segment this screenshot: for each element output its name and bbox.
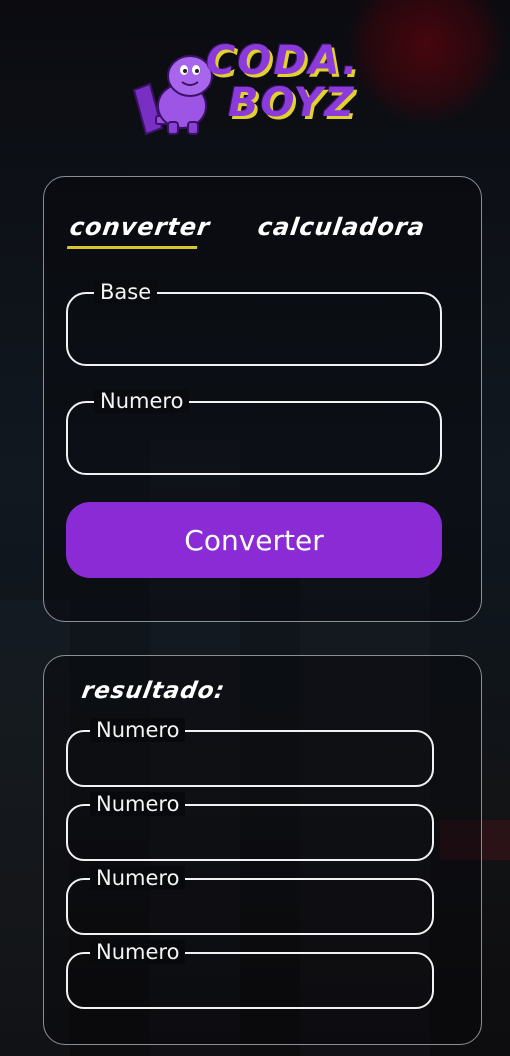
result-field-3-label: Numero [90,866,186,890]
result-field-2-label: Numero [90,792,186,816]
result-field-1-label: Numero [90,718,186,742]
result-field-1: Numero [66,718,434,787]
numero-field: Numero [66,389,442,475]
result-card: resultado: Numero Numero Numero Numero [43,655,482,1045]
result-field-4-input[interactable] [84,966,416,1001]
result-field-2-input[interactable] [84,818,416,853]
converter-card: converter calculadora Base Numero Conver… [43,176,482,622]
active-tab-underline [66,246,198,249]
logo-line-2: boyz [228,80,356,126]
tab-converter[interactable]: converter [66,213,213,249]
logo-wordmark: coda. boyz [206,40,366,124]
result-title: resultado: [79,678,228,704]
numero-input[interactable] [84,417,424,463]
base-label: Base [94,280,158,304]
result-field-3: Numero [66,866,434,935]
numero-label: Numero [94,389,190,413]
tab-calculadora[interactable]: calculadora [256,213,427,241]
result-field-2: Numero [66,792,434,861]
result-field-4-label: Numero [90,940,186,964]
coda-boyz-logo: coda. boyz [132,38,364,136]
base-input[interactable] [84,308,424,354]
tab-converter-label: converter [68,213,213,241]
converter-button[interactable]: Converter [66,502,442,578]
result-field-4: Numero [66,940,434,1009]
base-field: Base [66,280,442,366]
result-field-1-input[interactable] [84,744,416,779]
tab-calculadora-label: calculadora [256,213,428,241]
result-field-3-input[interactable] [84,892,416,927]
logo-line-1: coda. [206,38,360,84]
